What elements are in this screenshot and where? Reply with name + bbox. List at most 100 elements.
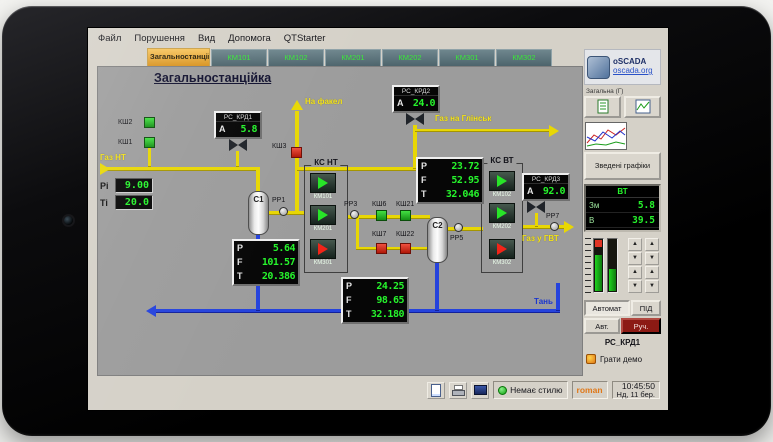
valve-rr1[interactable] bbox=[279, 207, 288, 216]
valve-ksh7[interactable] bbox=[376, 243, 387, 254]
inlet-flow-arrow-icon bbox=[100, 163, 110, 175]
oscada-logo-icon bbox=[587, 56, 610, 79]
display-krd2[interactable]: РС_КРД2 A24.0 bbox=[392, 85, 440, 113]
label-group-ks-vt: КС ВТ bbox=[487, 156, 516, 165]
faceplate-header: ВТ bbox=[586, 186, 659, 198]
run-icon bbox=[497, 175, 507, 187]
display-tool-button[interactable] bbox=[471, 382, 489, 399]
display-krd1[interactable]: РС_КРД1 A5.8 bbox=[214, 111, 262, 139]
display-krd3[interactable]: РС_КРД3 A92.0 bbox=[522, 173, 570, 201]
output-up-button[interactable]: ▲ bbox=[645, 238, 659, 251]
label-km202: КМ202 bbox=[483, 224, 521, 230]
mode-manual-button[interactable]: Руч. bbox=[621, 318, 661, 334]
menu-item-help[interactable]: Допомога bbox=[228, 33, 271, 44]
param-letter: A bbox=[219, 124, 226, 134]
mode-automat-button[interactable]: Автомат bbox=[584, 300, 630, 316]
param-letter: Pi bbox=[100, 181, 111, 191]
valve-body-icon bbox=[415, 113, 424, 125]
separator-c2: C2 bbox=[427, 217, 448, 263]
menu-item-qtstarter[interactable]: QTStarter bbox=[284, 33, 326, 44]
oscada-site-link[interactable]: oscada.org bbox=[613, 67, 653, 76]
setpoint-up-button[interactable]: ▲ bbox=[628, 238, 642, 251]
setpoint-down-fast-button[interactable]: ▼ bbox=[628, 280, 642, 293]
valve-ksh21[interactable] bbox=[400, 210, 411, 221]
control-valve-krd3[interactable] bbox=[527, 201, 545, 213]
compressor-km202[interactable] bbox=[489, 203, 515, 223]
menu-item-view[interactable]: Вид bbox=[198, 33, 215, 44]
oscada-logo[interactable]: oSCADA oscada.org bbox=[584, 49, 661, 85]
display-krd2-title: РС_КРД2 bbox=[394, 87, 438, 96]
setpoint-up-fast-button[interactable]: ▲ bbox=[628, 266, 642, 279]
compressor-km101[interactable] bbox=[310, 173, 336, 193]
stop-icon bbox=[318, 243, 328, 255]
tab-km202[interactable]: КМ202 bbox=[382, 49, 438, 66]
pipe-ksnt-out bbox=[348, 215, 430, 219]
faceplate-row-label: Зм bbox=[586, 201, 608, 210]
display-vt-inlet[interactable]: P23.72 F52.95 T32.046 bbox=[416, 157, 484, 204]
valve-rr3[interactable] bbox=[350, 210, 359, 219]
summary-graphs-button[interactable]: Зведені графіки bbox=[584, 152, 661, 180]
tab-km102[interactable]: КМ102 bbox=[268, 49, 324, 66]
regulator-faceplate: ВТ Зм5.8 В39.5 bbox=[584, 184, 661, 232]
control-valve-krd1[interactable] bbox=[229, 139, 247, 151]
valve-rr7[interactable] bbox=[550, 222, 559, 231]
documents-button[interactable] bbox=[584, 96, 621, 118]
label-valve-rr3: РР3 bbox=[344, 201, 357, 208]
display-krd3-title: РС_КРД3 bbox=[524, 175, 568, 184]
label-km302: КМ302 bbox=[483, 260, 521, 266]
tab-km301[interactable]: КМ301 bbox=[439, 49, 495, 66]
compressor-km102[interactable] bbox=[489, 171, 515, 191]
tab-overview[interactable]: Загальностанційка bbox=[147, 48, 210, 66]
param-letter: T bbox=[421, 189, 427, 199]
print-tool-button[interactable] bbox=[449, 382, 467, 399]
stop-icon bbox=[497, 243, 507, 255]
menu-item-violations[interactable]: Порушення bbox=[134, 33, 185, 44]
compressor-km301[interactable] bbox=[310, 239, 336, 259]
display-c1-outlet[interactable]: P5.64 F101.57 T20.386 bbox=[232, 239, 300, 286]
pipe-bypass bbox=[356, 247, 430, 250]
control-valve-krd2[interactable] bbox=[406, 113, 424, 125]
valve-ksh22[interactable] bbox=[400, 243, 411, 254]
display-interstage[interactable]: P24.25 F98.65 T32.180 bbox=[341, 277, 409, 324]
menu-item-file[interactable]: Файл bbox=[98, 33, 121, 44]
control-sidebar: oSCADA oscada.org Загальна (Г) bbox=[583, 48, 668, 376]
display-inlet-pi-ti[interactable]: Pi9.00 Ti20.0 bbox=[100, 177, 156, 211]
valve-body-icon bbox=[527, 201, 536, 213]
pipe-condensate-right bbox=[556, 283, 560, 311]
mode-auto-button[interactable]: Авт. bbox=[584, 318, 620, 334]
tab-km101[interactable]: КМ101 bbox=[211, 49, 267, 66]
valve-ksh1[interactable] bbox=[144, 137, 155, 148]
run-icon bbox=[318, 209, 328, 221]
valve-ksh6[interactable] bbox=[376, 210, 387, 221]
graphs-button[interactable] bbox=[624, 96, 661, 118]
trend-thumbnail[interactable] bbox=[585, 122, 627, 150]
tab-km302[interactable]: КМ302 bbox=[496, 49, 552, 66]
output-up-fast-button[interactable]: ▲ bbox=[645, 266, 659, 279]
document-tool-button[interactable] bbox=[427, 382, 445, 399]
valve-ksh3[interactable] bbox=[291, 147, 302, 158]
run-icon bbox=[318, 177, 328, 189]
label-km201: КМ201 bbox=[304, 226, 342, 232]
label-valve-ksh22: КШ22 bbox=[396, 231, 414, 238]
output-down-button[interactable]: ▼ bbox=[645, 252, 659, 265]
valve-ksh2[interactable] bbox=[144, 117, 155, 128]
faceplate-row-label: В bbox=[586, 216, 608, 225]
valve-rr5[interactable] bbox=[454, 223, 463, 232]
setpoint-down-button[interactable]: ▼ bbox=[628, 252, 642, 265]
label-valve-ksh6: КШ6 bbox=[372, 201, 386, 208]
play-demo-label: Грати демо bbox=[600, 355, 642, 364]
param-letter: F bbox=[421, 175, 427, 185]
param-letter: A bbox=[527, 186, 534, 196]
label-flare: На факел bbox=[305, 97, 342, 106]
alarm-segment bbox=[595, 240, 602, 247]
compressor-km201[interactable] bbox=[310, 205, 336, 225]
param-value: 32.180 bbox=[371, 309, 404, 320]
param-value: 5.64 bbox=[273, 243, 295, 254]
play-demo-button[interactable]: Грати демо bbox=[586, 354, 642, 364]
tab-km201[interactable]: КМ201 bbox=[325, 49, 381, 66]
label-glinsk: Газ на Глінськ bbox=[435, 114, 491, 123]
mode-pid-button[interactable]: ПІД bbox=[631, 300, 661, 316]
output-down-fast-button[interactable]: ▼ bbox=[645, 280, 659, 293]
param-value: 24.0 bbox=[413, 98, 435, 109]
compressor-km302[interactable] bbox=[489, 239, 515, 259]
